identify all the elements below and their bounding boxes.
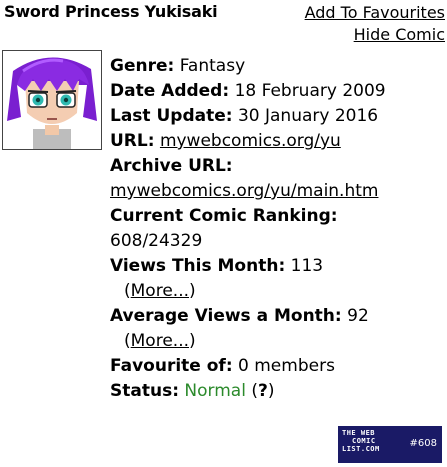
favourite-value: 0 members — [238, 356, 335, 376]
badge-line3: LIST.COM — [342, 445, 380, 453]
comic-actions: Add To Favourites Hide Comic — [305, 2, 445, 46]
comic-avatar-image — [3, 51, 101, 149]
close-paren: ) — [189, 281, 196, 301]
genre-label: Genre: — [110, 56, 175, 76]
url-label: URL: — [110, 131, 155, 151]
avg-views-row: Average Views a Month: 92 — [110, 304, 386, 329]
comic-details: Genre: Fantasy Date Added: 18 February 2… — [110, 54, 386, 404]
views-month-value: 113 — [290, 256, 324, 276]
open-paren: ( — [251, 381, 258, 401]
badge-line2: COMIC — [352, 437, 376, 445]
last-update-value: 30 January 2016 — [237, 106, 379, 126]
views-month-label: Views This Month: — [110, 256, 286, 276]
open-paren: ( — [124, 281, 131, 301]
avg-views-more-row: (More...) — [110, 329, 386, 354]
ranking-label: Current Comic Ranking: — [110, 206, 338, 226]
url-row: URL: mywebcomics.org/yu — [110, 129, 386, 154]
open-paren: ( — [124, 331, 131, 351]
date-added-value: 18 February 2009 — [234, 81, 386, 101]
avg-views-more-link[interactable]: More... — [131, 331, 189, 351]
favourite-row: Favourite of: 0 members — [110, 354, 386, 379]
views-month-more-row: (More...) — [110, 279, 386, 304]
archive-url-label: Archive URL: — [110, 156, 233, 176]
archive-url-value-row: mywebcomics.org/yu/main.htm — [110, 179, 386, 204]
add-to-favourites-link[interactable]: Add To Favourites — [305, 2, 445, 24]
badge-line1: THE WEB — [342, 429, 376, 437]
comic-url-link[interactable]: mywebcomics.org/yu — [160, 131, 341, 151]
genre-value: Fantasy — [179, 56, 246, 76]
favourite-label: Favourite of: — [110, 356, 233, 376]
status-label: Status: — [110, 381, 179, 401]
webcomic-list-badge[interactable]: THE WEB COMIC LIST.COM #608 — [338, 426, 442, 463]
close-paren: ) — [267, 381, 275, 401]
close-paren: ) — [189, 331, 196, 351]
views-month-row: Views This Month: 113 — [110, 254, 386, 279]
date-added-row: Date Added: 18 February 2009 — [110, 79, 386, 104]
genre-row: Genre: Fantasy — [110, 54, 386, 79]
comic-avatar[interactable] — [2, 50, 102, 150]
status-row: Status: Normal (?) — [110, 379, 386, 404]
ranking-row: Current Comic Ranking: — [110, 204, 386, 229]
last-update-row: Last Update: 30 January 2016 — [110, 104, 386, 129]
badge-rank: #608 — [409, 438, 437, 449]
status-value: Normal — [184, 381, 246, 401]
last-update-label: Last Update: — [110, 106, 233, 126]
archive-url-link[interactable]: mywebcomics.org/yu/main.htm — [110, 181, 378, 201]
comic-title: Sword Princess Yukisaki — [4, 2, 218, 21]
ranking-value: 608/24329 — [110, 231, 203, 251]
status-help-link[interactable]: ? — [258, 381, 268, 401]
hide-comic-link[interactable]: Hide Comic — [305, 24, 445, 46]
ranking-value-row: 608/24329 — [110, 229, 386, 254]
views-month-more-link[interactable]: More... — [131, 281, 189, 301]
date-added-label: Date Added: — [110, 81, 230, 101]
badge-logo-text: THE WEB COMIC LIST.COM — [342, 429, 380, 453]
archive-url-row: Archive URL: — [110, 154, 386, 179]
avg-views-label: Average Views a Month: — [110, 306, 342, 326]
avg-views-value: 92 — [347, 306, 369, 326]
